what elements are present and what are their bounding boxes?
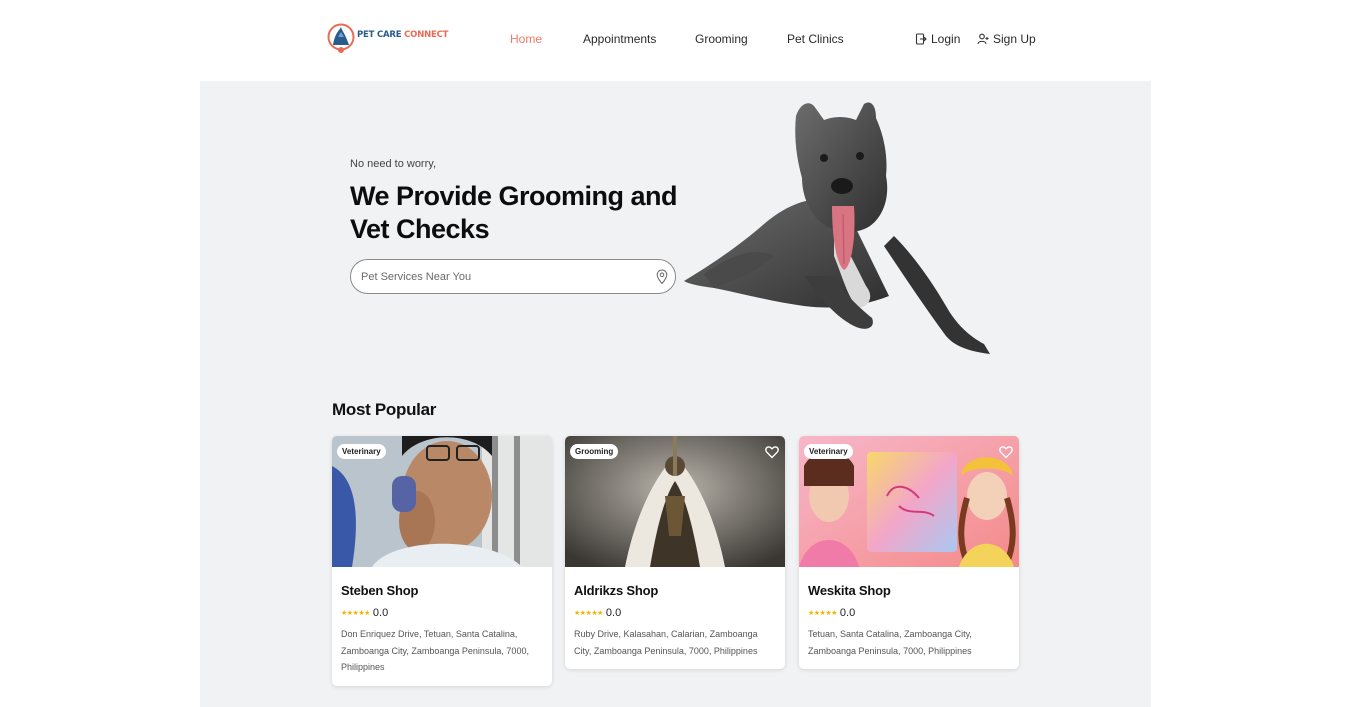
star-rating-icon: ★★★★★ [574,610,603,617]
rating-value: 0.0 [605,607,622,619]
nav-appointments[interactable]: Appointments [583,32,656,46]
shop-name[interactable]: Weskita Shop [808,583,1010,598]
add-user-icon [977,33,989,45]
nav-home[interactable]: Home [510,32,542,46]
star-rating-icon: ★★★★★ [808,610,837,617]
heart-icon[interactable] [999,445,1013,459]
hero-eyebrow: No need to worry, [350,158,437,170]
shop-image: Grooming [565,436,785,567]
hero-title: We Provide Grooming and Vet Checks [350,181,678,244]
shop-card[interactable]: Veterinary Steben Shop ★★★★★ 0.0 Don Enr… [332,436,552,686]
shop-name[interactable]: Steben Shop [341,583,543,598]
login-icon [915,33,927,45]
shop-image: Veterinary [799,436,1019,567]
hero-dog-image [684,102,990,354]
nav-pet-clinics[interactable]: Pet Clinics [787,32,844,46]
star-rating-icon: ★★★★★ [341,610,370,617]
login-label: Login [931,32,961,46]
category-badge: Grooming [570,444,619,459]
logo-icon [327,23,355,53]
signup-label: Sign Up [993,32,1036,46]
rating-value: 0.0 [839,607,856,619]
category-badge: Veterinary [337,444,386,459]
heart-icon[interactable] [765,445,779,459]
shop-name[interactable]: Aldrikzs Shop [574,583,776,598]
brand-logo[interactable]: PET CARE CONNECT [327,19,448,57]
search-input[interactable] [361,268,651,286]
shop-card[interactable]: Veterinary Weskita Shop ★★★★★ 0.0 Tetuan… [799,436,1019,669]
rating-value: 0.0 [372,607,389,619]
brand-name-part2: CONNECT [404,30,449,40]
signup-button[interactable]: Sign Up [977,32,1036,46]
nav-grooming[interactable]: Grooming [695,32,748,46]
site-header: PET CARE CONNECT Home Appointments Groom… [0,0,1350,81]
shop-image: Veterinary [332,436,552,567]
most-popular-title: Most Popular [332,400,437,419]
brand-name-part1: PET CARE [357,30,402,40]
shop-rating: ★★★★★ 0.0 [341,607,543,619]
shop-rating: ★★★★★ 0.0 [574,607,776,619]
map-pin-icon[interactable] [656,269,668,285]
login-button[interactable]: Login [915,32,960,46]
brand-name: PET CARE CONNECT [357,30,448,40]
shop-rating: ★★★★★ 0.0 [808,607,1010,619]
shop-address: Ruby Drive, Kalasahan, Calarian, Zamboan… [574,629,758,656]
shop-address: Don Enriquez Drive, Tetuan, Santa Catali… [341,629,529,672]
shop-address: Tetuan, Santa Catalina, Zamboanga City, … [808,629,972,656]
shop-card[interactable]: Grooming Aldrikzs Shop ★★★★★ 0.0 Ruby Dr… [565,436,785,669]
search-bar [350,259,676,294]
category-badge: Veterinary [804,444,853,459]
